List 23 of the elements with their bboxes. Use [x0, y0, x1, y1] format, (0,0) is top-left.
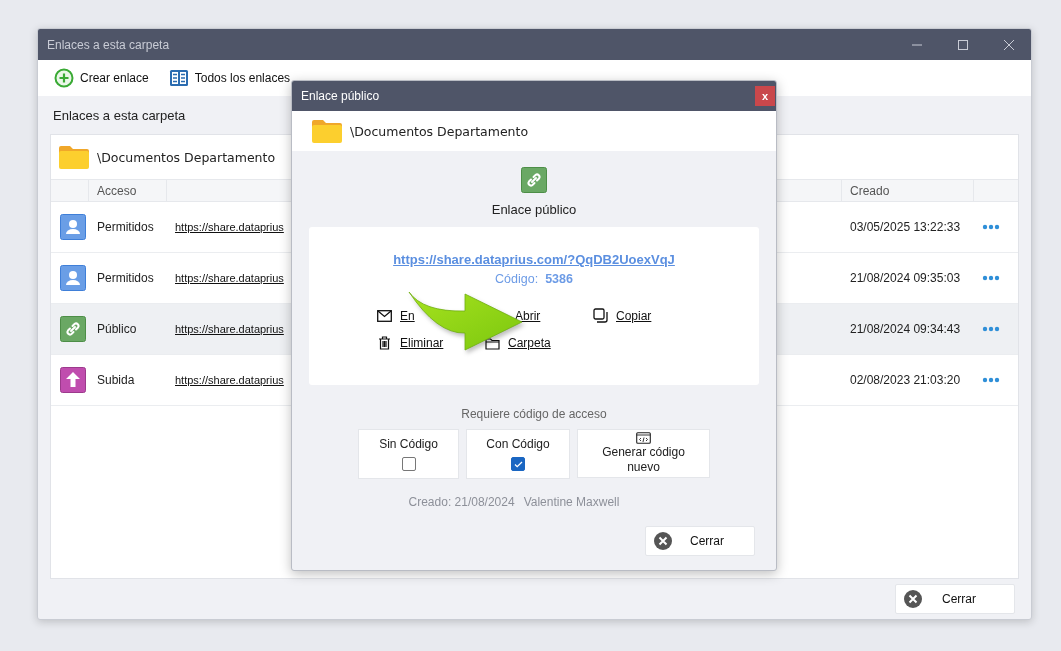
link-heading: Enlace público	[491, 202, 577, 217]
author-name: Valentine Maxwell	[523, 495, 620, 509]
dialog-title: Enlace público	[301, 89, 380, 103]
access-code: 5386	[545, 272, 573, 286]
date-cell: 21/08/2024 09:34:43	[850, 322, 961, 336]
date-cell: 21/08/2024 09:35:03	[850, 271, 961, 285]
access-cell: Público	[97, 322, 137, 336]
access-cell: Subida	[97, 373, 135, 387]
column-header: Acceso	[89, 180, 167, 201]
access-cell: Permitidos	[97, 271, 154, 285]
access-cell: Permitidos	[97, 220, 154, 234]
created-date: Creado: 21/08/2024	[408, 495, 515, 509]
access-code-label: Requiere código de acceso	[461, 407, 607, 421]
column-header: Creado	[842, 180, 974, 201]
folder-path: \Documentos Departamento	[97, 149, 276, 165]
date-cell: 02/08/2023 21:03:20	[850, 373, 961, 387]
option-label: Con Código	[486, 437, 550, 451]
section-title: Enlaces a esta carpeta	[53, 108, 186, 123]
code-label: Código:	[495, 272, 539, 286]
window-title: Enlaces a esta carpeta	[47, 37, 170, 52]
option-label: Sin Código	[379, 437, 438, 451]
folder-path: \Documentos Departamento	[350, 123, 529, 139]
date-cell: 03/05/2025 13:22:33	[850, 220, 961, 234]
